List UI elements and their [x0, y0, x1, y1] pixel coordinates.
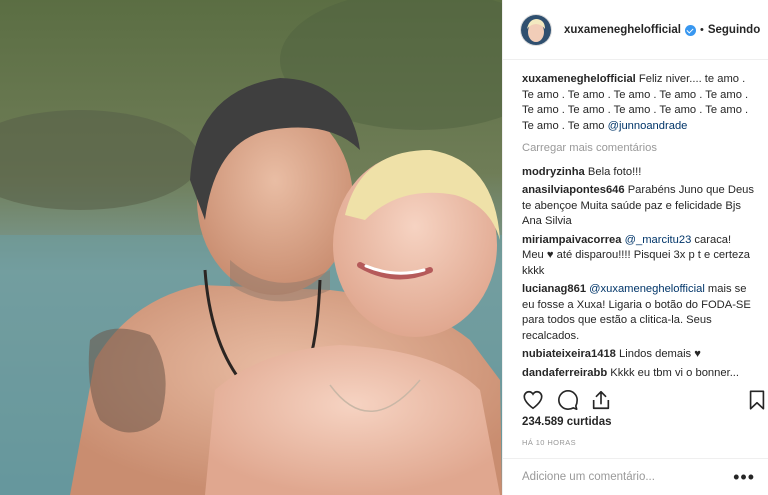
post-side-panel: xuxameneghelofficial • Seguindo xuxamene… — [502, 0, 768, 495]
like-button[interactable] — [522, 389, 544, 411]
comment-username[interactable]: dandaferreirabb — [522, 367, 607, 379]
comment-mention[interactable]: @_marcitu23 — [625, 234, 692, 246]
comment-item: lucianag861 @xuxameneghelofficial mais s… — [522, 282, 754, 344]
likes-count[interactable]: 234.589 curtidas — [522, 416, 612, 428]
share-arrow-icon — [592, 390, 610, 410]
avatar[interactable] — [520, 13, 552, 46]
comment-item: miriampaivacorrea @_marcitu23 caraca! Me… — [522, 233, 754, 280]
header-username[interactable]: xuxameneghelofficial — [564, 24, 681, 36]
comment-item: modryzinha Bela foto!!! — [522, 165, 754, 181]
speech-bubble-icon — [558, 390, 578, 410]
post-timestamp[interactable]: HÁ 10 HORAS — [522, 438, 576, 447]
comment-item: anasilviapontes646 Parabéns Juno que Deu… — [522, 183, 754, 230]
comments-list: xuxameneghelofficial Feliz niver.... te … — [522, 72, 754, 384]
comment-username[interactable]: miriampaivacorrea — [522, 234, 622, 246]
more-options-icon[interactable]: ••• — [733, 467, 755, 488]
comment-username[interactable]: modryzinha — [522, 166, 585, 178]
post-caption: xuxameneghelofficial Feliz niver.... te … — [522, 72, 754, 134]
following-button[interactable]: Seguindo — [708, 24, 760, 36]
comment-mention[interactable]: @xuxameneghelofficial — [589, 283, 705, 295]
heart-outline-icon — [523, 390, 543, 410]
save-button[interactable] — [746, 389, 768, 411]
avatar-image — [521, 14, 551, 45]
add-comment-bar: Adicione um comentário... ••• — [503, 458, 768, 495]
comment-text: Bela foto!!! — [587, 165, 642, 178]
share-button[interactable] — [590, 389, 612, 411]
comment-username[interactable]: anasilviapontes646 — [522, 184, 625, 196]
post-photo-image — [0, 0, 502, 495]
caption-username[interactable]: xuxameneghelofficial — [522, 73, 636, 85]
add-comment-input[interactable]: Adicione um comentário... — [522, 471, 655, 483]
load-more-comments-link[interactable]: Carregar mais comentários — [522, 141, 754, 157]
bookmark-icon — [749, 390, 765, 410]
comment-button[interactable] — [557, 389, 579, 411]
post-actions — [522, 389, 765, 413]
post-header: xuxameneghelofficial • Seguindo — [503, 0, 768, 60]
header-separator: • — [699, 23, 704, 36]
post-photo[interactable] — [0, 0, 502, 495]
comment-item: dandaferreirabb Kkkk eu tbm vi o bonner.… — [522, 366, 754, 382]
verified-badge-icon — [684, 25, 696, 36]
comment-text: Lindos demais ♥ — [619, 348, 701, 360]
comment-username[interactable]: nubiateixeira1418 — [522, 348, 616, 360]
comment-text: Kkkk eu tbm vi o bonner... — [610, 366, 740, 379]
comment-username[interactable]: lucianag861 — [522, 283, 586, 295]
comment-item: nubiateixeira1418 Lindos demais ♥ — [522, 347, 754, 363]
caption-mention[interactable]: @junnoandrade — [608, 120, 688, 132]
